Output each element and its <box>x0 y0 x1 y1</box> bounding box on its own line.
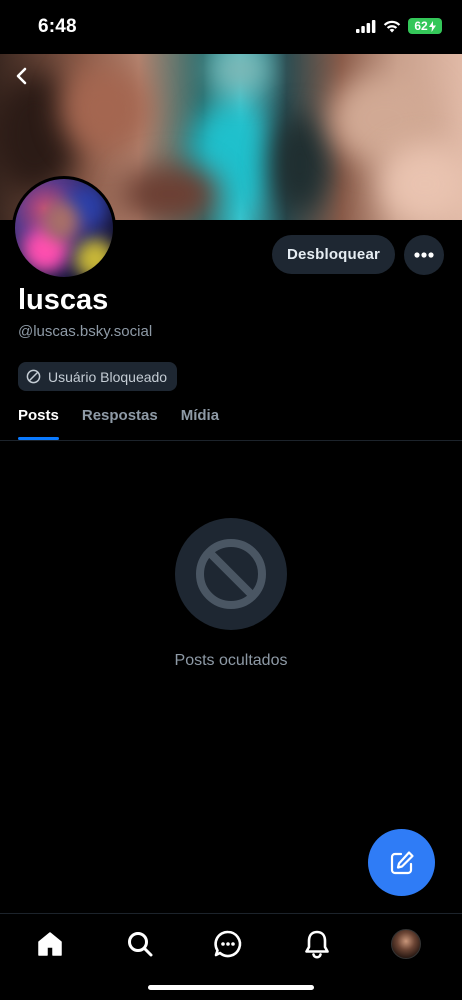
nav-home[interactable] <box>32 926 68 962</box>
block-icon <box>196 539 266 609</box>
profile-avatar[interactable] <box>12 176 116 280</box>
status-icons: 62 <box>356 18 442 34</box>
compose-button[interactable] <box>368 829 435 896</box>
more-options-button[interactable] <box>404 235 444 275</box>
profile-handle: @luscas.bsky.social <box>18 323 153 340</box>
back-button[interactable] <box>6 60 38 92</box>
blocked-badge-label: Usuário Bloqueado <box>48 368 168 385</box>
nav-profile[interactable] <box>388 926 424 962</box>
wifi-icon <box>383 20 401 32</box>
tab-replies[interactable]: Respostas <box>82 400 158 440</box>
home-indicator <box>148 985 314 990</box>
nav-notifications[interactable] <box>299 926 335 962</box>
avatar <box>391 929 421 959</box>
home-icon <box>38 932 62 956</box>
empty-state-message: Posts ocultados <box>174 652 288 669</box>
chat-icon <box>214 930 242 958</box>
battery-level: 62 <box>414 19 428 33</box>
profile-tabs: Posts Respostas Mídia <box>18 400 219 440</box>
block-icon <box>26 369 41 384</box>
status-time: 6:48 <box>38 16 77 37</box>
blocked-badge: Usuário Bloqueado <box>18 362 178 391</box>
charging-bolt-icon <box>428 20 436 32</box>
tabs-divider <box>0 440 462 441</box>
bell-icon <box>305 930 329 959</box>
tab-posts[interactable]: Posts <box>18 400 59 440</box>
battery-icon: 62 <box>408 18 442 34</box>
ellipsis-icon <box>414 252 434 258</box>
compose-icon <box>390 850 414 874</box>
chevron-left-icon <box>16 67 27 85</box>
tab-media[interactable]: Mídia <box>181 400 219 440</box>
unblock-button[interactable]: Desbloquear <box>272 235 395 274</box>
cellular-signal-icon <box>356 19 376 33</box>
empty-state-icon <box>175 518 287 630</box>
search-icon <box>128 932 153 957</box>
display-name: luscas <box>18 284 109 316</box>
nav-search[interactable] <box>122 926 158 962</box>
bottom-nav-divider <box>0 913 462 914</box>
nav-messages[interactable] <box>210 926 246 962</box>
